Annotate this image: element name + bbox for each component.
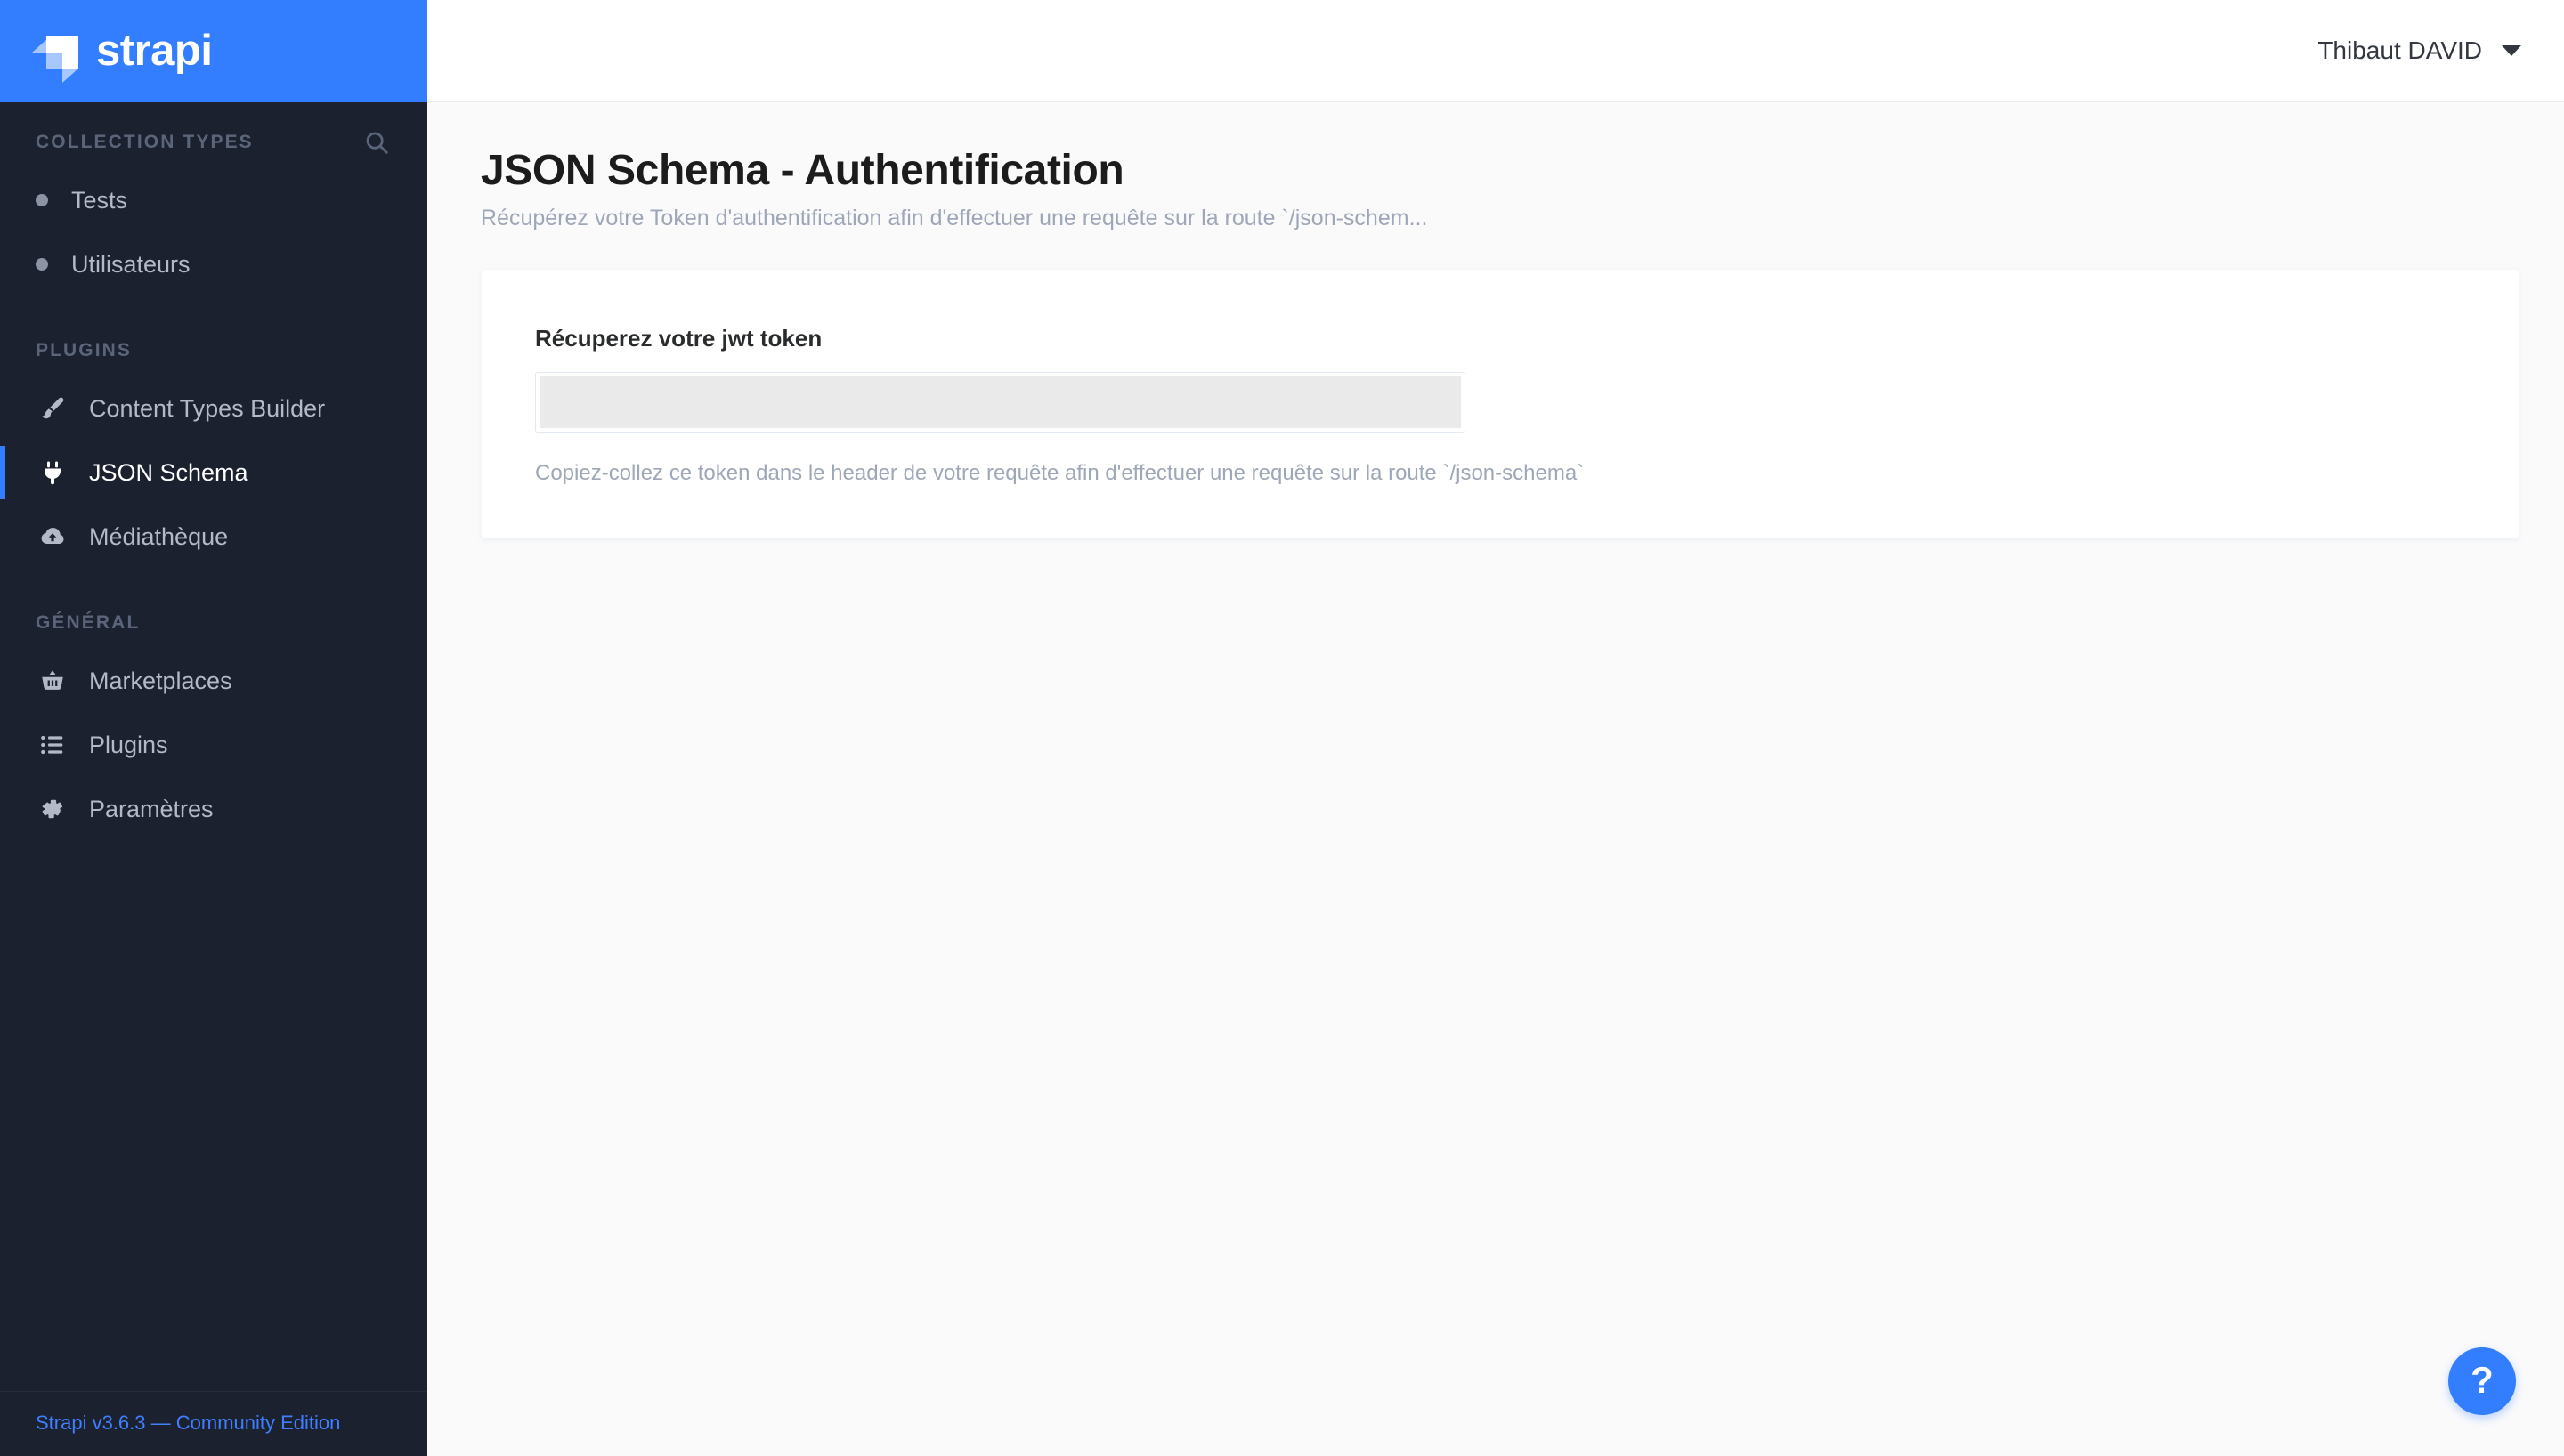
user-name: Thibaut DAVID [2317, 36, 2482, 64]
sidebar-item-plugins[interactable]: Plugins [0, 713, 427, 777]
page-content: JSON Schema - Authentification Récupérez… [427, 102, 2564, 1456]
strapi-version-link[interactable]: Strapi v3.6.3 — Community Edition [36, 1412, 340, 1434]
sidebar-item-label: Utilisateurs [71, 250, 191, 278]
section-header-plugins: PLUGINS [0, 330, 427, 371]
jwt-token-input[interactable] [540, 376, 1461, 428]
sidebar-item-utilisateurs[interactable]: Utilisateurs [0, 232, 427, 296]
app-root: strapi COLLECTION TYPES Tests Utilisateu… [0, 0, 2564, 1456]
sidebar-item-label: Paramètres [89, 795, 214, 822]
cloud-upload-icon [36, 520, 69, 554]
token-input-wrapper[interactable] [535, 371, 1465, 433]
nav-list-general: Marketplaces Plugins Paramètres [0, 649, 427, 841]
brand-header[interactable]: strapi [0, 0, 427, 102]
sidebar-item-parametres[interactable]: Paramètres [0, 777, 427, 841]
sidebar-item-label: Tests [71, 186, 128, 214]
sidebar-item-json-schema[interactable]: JSON Schema [0, 441, 427, 505]
sidebar-item-label: Plugins [89, 731, 168, 758]
section-title-plugins: PLUGINS [36, 340, 133, 360]
nav-list-collection-types: Tests Utilisateurs [0, 168, 427, 296]
question-mark-icon: ? [2471, 1358, 2494, 1401]
main-area: Thibaut DAVID JSON Schema - Authentifica… [427, 0, 2564, 1456]
sidebar-item-tests[interactable]: Tests [0, 168, 427, 232]
token-card: Récuperez votre jwt token Copiez-collez … [481, 268, 2519, 538]
token-field-label: Récuperez votre jwt token [535, 324, 823, 352]
page-title: JSON Schema - Authentification [481, 147, 1124, 194]
sidebar-item-mediatheque[interactable]: Médiathèque [0, 505, 427, 569]
page-subtitle: Récupérez votre Token d'authentification… [481, 205, 1428, 231]
section-title-general: GÉNÉRAL [36, 612, 141, 633]
shopping-basket-icon [36, 664, 69, 698]
section-title-collection-types: COLLECTION TYPES [36, 132, 254, 152]
section-header-general: GÉNÉRAL [0, 603, 427, 643]
plug-icon [36, 456, 69, 489]
sidebar-item-content-types-builder[interactable]: Content Types Builder [0, 376, 427, 441]
sidebar-item-label: Content Types Builder [89, 394, 326, 422]
gear-icon [36, 792, 69, 826]
search-icon[interactable] [361, 127, 392, 158]
help-button[interactable]: ? [2448, 1347, 2516, 1415]
sidebar-nav: COLLECTION TYPES Tests Utilisateurs PLUG… [0, 102, 427, 1391]
nav-list-plugins: Content Types Builder JSON Schema Médiat… [0, 376, 427, 569]
user-menu[interactable]: Thibaut DAVID [2317, 36, 2521, 65]
topbar: Thibaut DAVID [427, 0, 2564, 102]
paint-brush-icon [36, 392, 69, 425]
sidebar-item-label: Médiathèque [89, 522, 229, 550]
sidebar-item-label: Marketplaces [89, 667, 232, 694]
sidebar-footer: Strapi v3.6.3 — Community Edition [0, 1391, 427, 1456]
sidebar: strapi COLLECTION TYPES Tests Utilisateu… [0, 0, 427, 1456]
sidebar-item-marketplaces[interactable]: Marketplaces [0, 649, 427, 713]
section-header-collection-types: COLLECTION TYPES [0, 122, 427, 163]
token-help-text: Copiez-collez ce token dans le header de… [535, 460, 1585, 485]
bullet-icon [36, 194, 48, 206]
sidebar-item-label: JSON Schema [89, 458, 248, 486]
strapi-logo-icon [32, 29, 80, 83]
bullet-icon [36, 258, 48, 271]
chevron-down-icon [2502, 45, 2521, 56]
brand-name: strapi [96, 27, 213, 75]
list-icon [36, 728, 69, 762]
